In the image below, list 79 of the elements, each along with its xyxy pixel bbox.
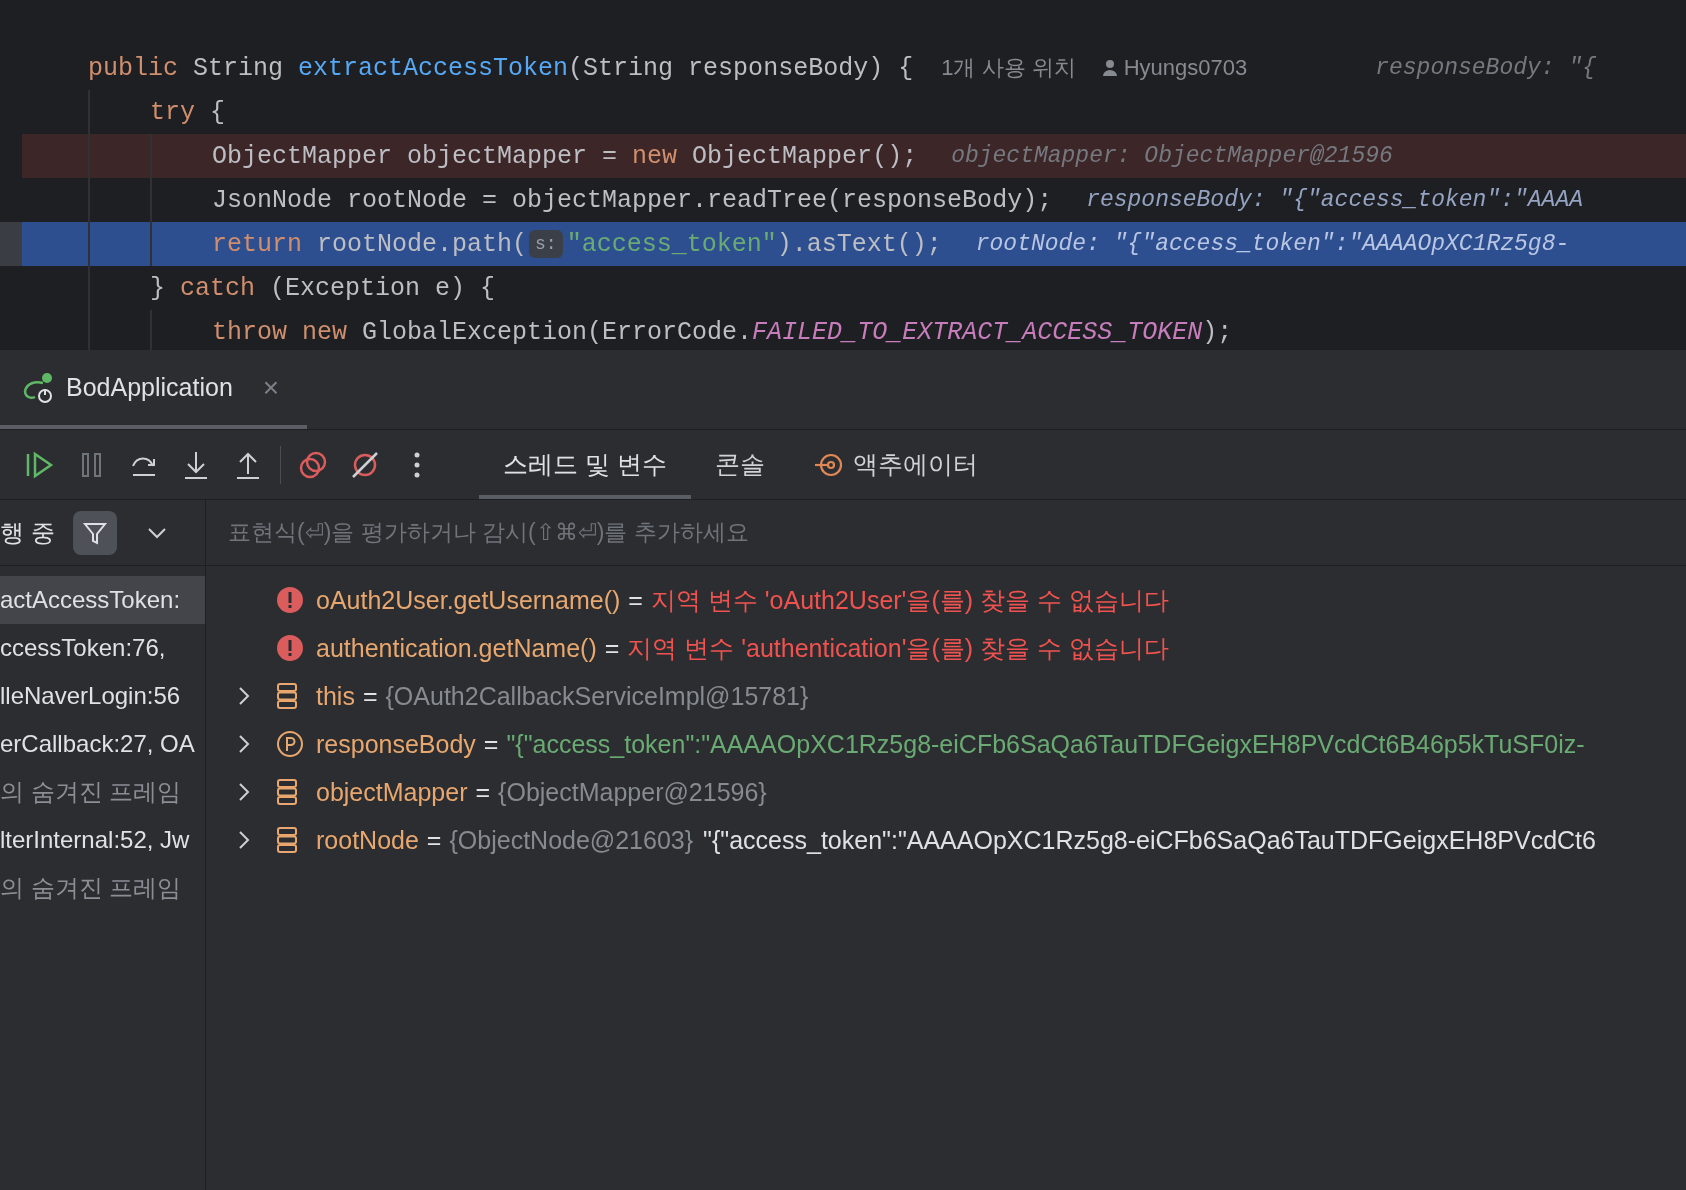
step-into-icon[interactable]: [183, 449, 209, 480]
thread-status: 행 중: [0, 517, 55, 548]
equals-sign: =: [483, 729, 499, 759]
code-token: try: [150, 97, 195, 127]
code-token: return: [212, 229, 302, 259]
panel-tab[interactable]: 콘솔: [690, 430, 789, 499]
inline-value: rootNode: "{"access_token":"AAAAOpXC1Rz5g8-: [975, 231, 1570, 257]
variable-value: "{"access_token":"AAAAOpXC1Rz5g8-eiCFb6SaQa6TauTDFGeigxEH8PVcdCt6: [703, 825, 1596, 855]
person-icon: [1101, 59, 1118, 77]
inline-value: responseBody: "{"access_token":"AAAA: [1086, 187, 1584, 213]
code-token: }: [150, 273, 166, 303]
code-token: new: [632, 141, 678, 171]
expand-chevron[interactable]: [238, 830, 250, 850]
mute-breakpoints-icon[interactable]: [350, 449, 380, 480]
field-icon: [276, 682, 298, 710]
code-token: GlobalException(ErrorCode.: [361, 317, 753, 347]
variable-type: {ObjectMapper@21596}: [498, 777, 767, 807]
more-icon[interactable]: [413, 450, 421, 479]
error-message: 지역 변수 'oAuth2User'을(를) 찾을 수 없습니다: [650, 584, 1169, 616]
stack-frame[interactable]: lterInternal:52, Jw: [0, 816, 205, 864]
stack-frame[interactable]: lleNaverLogin:56: [0, 672, 205, 720]
field-icon: [276, 778, 298, 806]
code-token: "access_token": [566, 229, 777, 259]
inline-value: responseBody: "{: [1375, 55, 1596, 81]
code-token: (Exception e) {: [269, 273, 496, 303]
code-token: (String responseBody) {: [568, 53, 914, 83]
parameter-hint: s:: [529, 230, 563, 258]
code-token: JsonNode rootNode = objectMapper.readTree(responseBody);: [212, 185, 1053, 215]
error-icon: [276, 634, 304, 662]
field-icon: [276, 826, 298, 854]
expand-chevron[interactable]: [238, 686, 250, 706]
breakpoints-icon[interactable]: [298, 449, 328, 480]
variable-name: objectMapper: [316, 777, 468, 807]
dropdown-chevron[interactable]: [146, 526, 167, 539]
variable-name: rootNode: [316, 825, 419, 855]
variable-name: oAuth2User.getUsername(): [316, 585, 621, 615]
stack-frame[interactable]: 의 숨겨진 프레임: [0, 768, 205, 816]
equals-sign: =: [426, 825, 442, 855]
string-value: "{"access_token":"AAAAOpXC1Rz5g8-eiCFb6SaQa6TauTDFGeigxEH8PVcdCt6B46p5kTuSF0iz-: [506, 729, 1585, 759]
panel-tab[interactable]: 액추에이터: [788, 430, 1002, 499]
code-token: FAILED_TO_EXTRACT_ACCESS_TOKEN: [752, 317, 1203, 347]
code-token: throw new: [212, 317, 348, 347]
variable-type: {ObjectNode@21603}: [449, 825, 694, 855]
stack-frame[interactable]: erCallback:27, OA: [0, 720, 205, 768]
code-token: rootNode.path(: [316, 229, 528, 259]
code-token: );: [1202, 317, 1233, 347]
usages-hint[interactable]: 1개 사용 위치: [941, 53, 1076, 83]
code-token: ).asText();: [776, 229, 942, 259]
filter-button[interactable]: [72, 510, 117, 555]
error-icon: [276, 586, 304, 614]
stack-frame[interactable]: ccessToken:76,: [0, 624, 205, 672]
variable-name: this: [316, 681, 355, 711]
code-token: ObjectMapper objectMapper =: [212, 141, 619, 171]
equals-sign: =: [362, 681, 378, 711]
equals-sign: =: [475, 777, 491, 807]
expand-chevron[interactable]: [238, 782, 250, 802]
code-token: {: [209, 97, 226, 127]
variable-type: {OAuth2CallbackServiceImpl@15781}: [385, 681, 809, 711]
author-hint[interactable]: Hyungs0703: [1123, 55, 1248, 81]
equals-sign: =: [628, 585, 643, 615]
expand-chevron[interactable]: [238, 734, 250, 754]
code-token: extractAccessToken: [298, 53, 569, 83]
equals-sign: =: [604, 633, 620, 663]
variable-name: authentication.getName(): [316, 633, 597, 663]
code-token: catch: [180, 273, 256, 303]
code-token: public: [88, 53, 178, 83]
stack-frame[interactable]: actAccessToken:: [0, 576, 205, 624]
line-gutter: [0, 222, 22, 266]
code-token: ObjectMapper();: [691, 141, 918, 171]
resume-icon[interactable]: [25, 450, 55, 479]
code-token: String: [192, 53, 285, 83]
session-tab[interactable]: BodApplication ×: [0, 350, 307, 429]
parameter-icon: [276, 730, 304, 758]
error-message: 지역 변수 'authentication'을(를) 찾을 수 없습니다: [627, 632, 1169, 664]
inline-value: objectMapper: ObjectMapper@21596: [951, 143, 1393, 169]
stack-frame[interactable]: 의 숨겨진 프레임: [0, 864, 205, 912]
pause-icon[interactable]: [80, 450, 104, 479]
session-title: BodApplication: [66, 373, 233, 402]
variable-name: responseBody: [316, 729, 476, 759]
